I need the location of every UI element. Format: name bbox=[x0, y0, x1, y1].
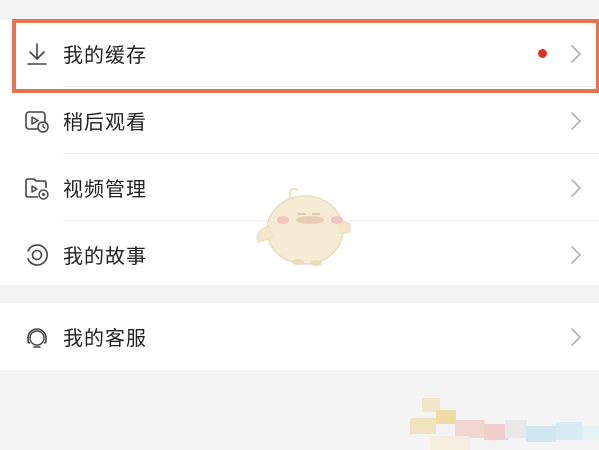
video-folder-icon bbox=[24, 175, 50, 201]
menu-item-watch-later[interactable]: 稍后观看 bbox=[0, 87, 599, 154]
menu-item-my-cache[interactable]: 我的缓存 bbox=[0, 20, 599, 87]
download-icon bbox=[24, 41, 50, 67]
menu-item-label: 我的故事 bbox=[63, 244, 147, 268]
headset-icon bbox=[24, 324, 50, 350]
top-gap bbox=[0, 0, 599, 20]
chevron-right-icon bbox=[569, 110, 583, 132]
mascot-bird-watermark bbox=[250, 178, 356, 272]
menu-item-customer-service[interactable]: 我的客服 bbox=[0, 303, 599, 370]
chevron-right-icon bbox=[569, 43, 583, 65]
chevron-right-icon bbox=[569, 326, 583, 348]
chevron-right-icon bbox=[569, 244, 583, 266]
menu-item-label: 我的缓存 bbox=[63, 43, 147, 67]
menu-item-label: 稍后观看 bbox=[63, 110, 147, 134]
menu-item-label: 视频管理 bbox=[63, 177, 147, 201]
story-icon bbox=[24, 242, 50, 268]
notification-dot bbox=[538, 49, 547, 58]
watch-later-icon bbox=[24, 108, 50, 134]
chevron-right-icon bbox=[569, 177, 583, 199]
menu-group-support: 我的客服 bbox=[0, 303, 599, 370]
menu-item-label: 我的客服 bbox=[63, 326, 147, 350]
